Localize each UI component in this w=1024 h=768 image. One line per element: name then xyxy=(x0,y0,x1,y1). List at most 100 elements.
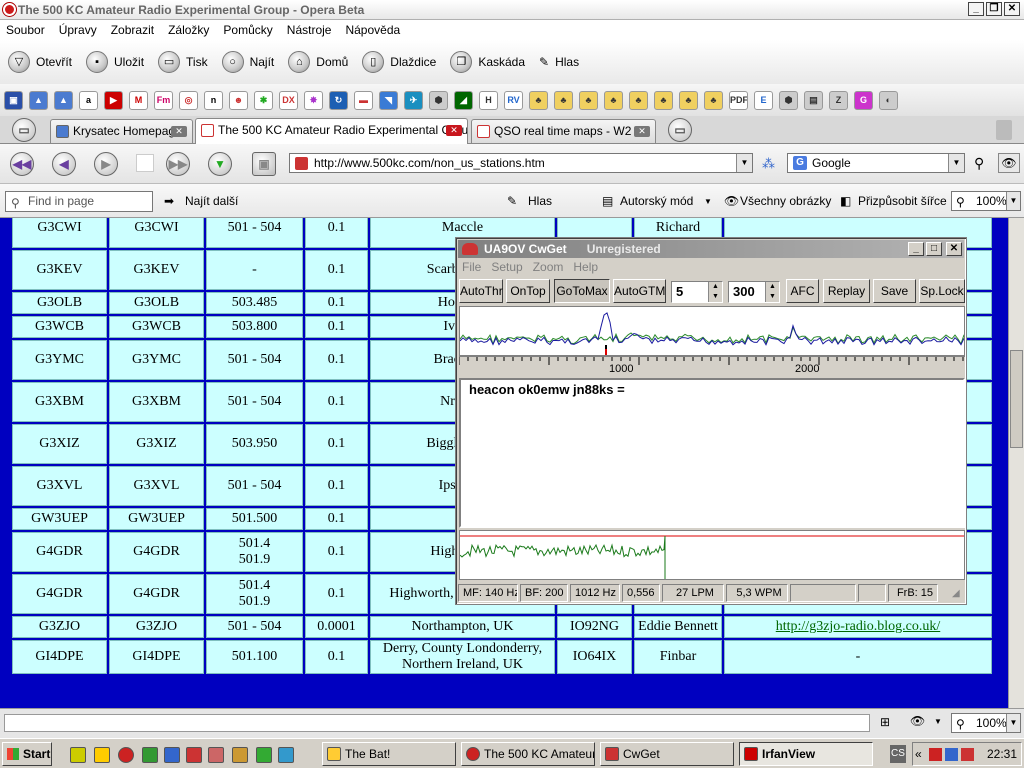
tab-krysatec[interactable]: Krysatec Homepage ✕ xyxy=(50,119,193,143)
forward-icon[interactable]: ▶ xyxy=(94,152,118,176)
bookmark-icon[interactable]: ⬢ xyxy=(779,90,798,110)
author-mode-button[interactable]: Autorský mód xyxy=(620,194,693,208)
quicklaunch-icon[interactable] xyxy=(94,747,110,763)
chevron-down-icon[interactable]: ▼ xyxy=(948,154,964,172)
print-button[interactable]: ▭ Tisk xyxy=(158,51,208,73)
bookmark-icon[interactable]: ◐ xyxy=(879,90,898,110)
afc-button[interactable]: AFC xyxy=(786,279,819,303)
menu-zobrazit[interactable]: Zobrazit xyxy=(111,23,154,37)
tray-icon[interactable] xyxy=(961,748,974,761)
search-field[interactable]: G Google ▼ xyxy=(787,153,965,173)
bookmark-icon[interactable]: ▤ xyxy=(804,90,823,110)
people-icon[interactable]: ♣ xyxy=(529,90,548,110)
language-icon[interactable]: CS xyxy=(890,745,906,763)
trash-icon[interactable] xyxy=(996,120,1012,140)
menu-setup[interactable]: Setup xyxy=(491,260,522,274)
google-icon[interactable]: G xyxy=(854,90,873,110)
home-button[interactable]: ⌂ Domů xyxy=(288,51,348,73)
vertical-scrollbar[interactable] xyxy=(1008,218,1024,708)
search-engines-icon[interactable]: ⁂ xyxy=(762,156,775,172)
bookmark-icon[interactable]: ✸ xyxy=(304,90,323,110)
bookmark-icon[interactable]: ✱ xyxy=(254,90,273,110)
resize-grip-icon[interactable]: ◢ xyxy=(952,588,960,599)
status-zoom-select[interactable]: ⚲ 100% ▼ xyxy=(951,713,1021,733)
spectrum-display[interactable] xyxy=(459,306,965,356)
tray-icon[interactable] xyxy=(945,748,958,761)
eye-icon[interactable]: 👁 xyxy=(998,153,1020,173)
threshold-spinner[interactable]: 5 ▲ ▼ xyxy=(671,281,723,303)
save-page-icon[interactable]: ▣ xyxy=(252,152,276,176)
quicklaunch-icon[interactable] xyxy=(208,747,224,763)
bookmark-icon[interactable]: ☻ xyxy=(229,90,248,110)
chevron-down-icon[interactable]: ▼ xyxy=(934,717,942,726)
autothr-button[interactable]: AutoThr xyxy=(459,279,503,303)
gmail-icon[interactable]: M xyxy=(129,90,148,110)
bookmark-icon[interactable]: E xyxy=(754,90,773,110)
scrollbar-thumb[interactable] xyxy=(1010,350,1023,448)
quicklaunch-icon[interactable] xyxy=(70,747,86,763)
bookmark-icon[interactable]: ▣ xyxy=(4,90,23,110)
menu-soubor[interactable]: Soubor xyxy=(6,23,45,37)
bookmark-icon[interactable]: H xyxy=(479,90,498,110)
cascade-button[interactable]: ❐ Kaskáda xyxy=(450,51,525,73)
quicklaunch-icon[interactable] xyxy=(186,747,202,763)
people-icon[interactable]: ♣ xyxy=(579,90,598,110)
people-icon[interactable]: ♣ xyxy=(679,90,698,110)
minimize-button[interactable]: _ xyxy=(968,2,984,16)
menu-file[interactable]: File xyxy=(462,260,481,274)
stop-icon[interactable] xyxy=(136,154,154,172)
menu-nastroje[interactable]: Nástroje xyxy=(287,23,332,37)
close-button[interactable]: ✕ xyxy=(1004,2,1020,16)
bookmark-icon[interactable]: ◢ xyxy=(454,90,473,110)
bookmark-icon[interactable]: ⬢ xyxy=(429,90,448,110)
start-button[interactable]: Start xyxy=(2,742,52,766)
bookmark-icon[interactable]: n xyxy=(204,90,223,110)
tray-icon[interactable] xyxy=(929,748,942,761)
people-icon[interactable]: ♣ xyxy=(654,90,673,110)
autogtm-button[interactable]: AutoGTM xyxy=(613,279,666,303)
back-icon[interactable]: ◀ xyxy=(52,152,76,176)
task-opera[interactable]: The 500 KC Amateur... xyxy=(461,742,595,766)
close-tab-icon[interactable]: ✕ xyxy=(634,126,650,137)
bookmark-icon[interactable]: ▲ xyxy=(29,90,48,110)
bookmark-icon[interactable]: ↻ xyxy=(329,90,348,110)
fast-forward-icon[interactable]: ▶▶ xyxy=(166,152,190,176)
people-icon[interactable]: ♣ xyxy=(604,90,623,110)
tray-expand-icon[interactable]: « xyxy=(915,743,922,765)
tab-500kc[interactable]: The 500 KC Amateur Radio Experimental Gr… xyxy=(195,118,468,144)
people-icon[interactable]: ♣ xyxy=(704,90,723,110)
close-tab-icon[interactable]: ✕ xyxy=(446,125,462,136)
bookmark-icon[interactable]: ✈ xyxy=(404,90,423,110)
bookmark-icon[interactable]: ▬ xyxy=(354,90,373,110)
maximize-button[interactable]: □ xyxy=(926,242,942,256)
close-button[interactable]: ✕ xyxy=(946,242,962,256)
fm-icon[interactable]: Fm xyxy=(154,90,173,110)
save-button[interactable]: ▪ Uložit xyxy=(86,51,144,73)
table-cell[interactable]: http://g3zjo-radio.blog.co.uk/ xyxy=(724,616,992,638)
close-tab-icon[interactable]: ✕ xyxy=(171,126,187,137)
chevron-down-icon[interactable]: ▼ xyxy=(704,197,712,206)
task-thebat[interactable]: The Bat! xyxy=(322,742,456,766)
ontop-button[interactable]: OnTop xyxy=(506,279,550,303)
voice-button[interactable]: ✎ Hlas xyxy=(539,55,579,69)
menu-zalozky[interactable]: Záložky xyxy=(168,23,209,37)
tab-qso-maps[interactable]: QSO real time maps - W2 - 1 ✕ xyxy=(471,119,656,143)
dx-icon[interactable]: DX xyxy=(279,90,298,110)
minimize-button[interactable]: _ xyxy=(908,242,924,256)
youtube-icon[interactable]: ▶ xyxy=(104,90,123,110)
spinner-arrows-icon[interactable]: ▲ ▼ xyxy=(708,282,722,302)
opera-icon[interactable] xyxy=(118,747,134,763)
ie-icon[interactable] xyxy=(278,747,294,763)
find-next-button[interactable]: Najít další xyxy=(185,194,238,208)
chevron-down-icon[interactable]: ▼ xyxy=(1006,192,1020,210)
chevron-down-icon[interactable]: ▼ xyxy=(1006,714,1020,732)
amazon-icon[interactable]: a xyxy=(79,90,98,110)
download-icon[interactable]: ▼ xyxy=(208,152,232,176)
gotomax-button[interactable]: GoToMax xyxy=(554,279,610,303)
people-icon[interactable]: ♣ xyxy=(554,90,573,110)
panel-icon[interactable]: ⊞ xyxy=(880,715,890,729)
bookmark-icon[interactable]: ▲ xyxy=(54,90,73,110)
eye-icon[interactable]: 👁 xyxy=(910,714,925,728)
task-irfanview[interactable]: IrfanView xyxy=(739,742,873,766)
bookmark-icon[interactable]: ◥ xyxy=(379,90,398,110)
